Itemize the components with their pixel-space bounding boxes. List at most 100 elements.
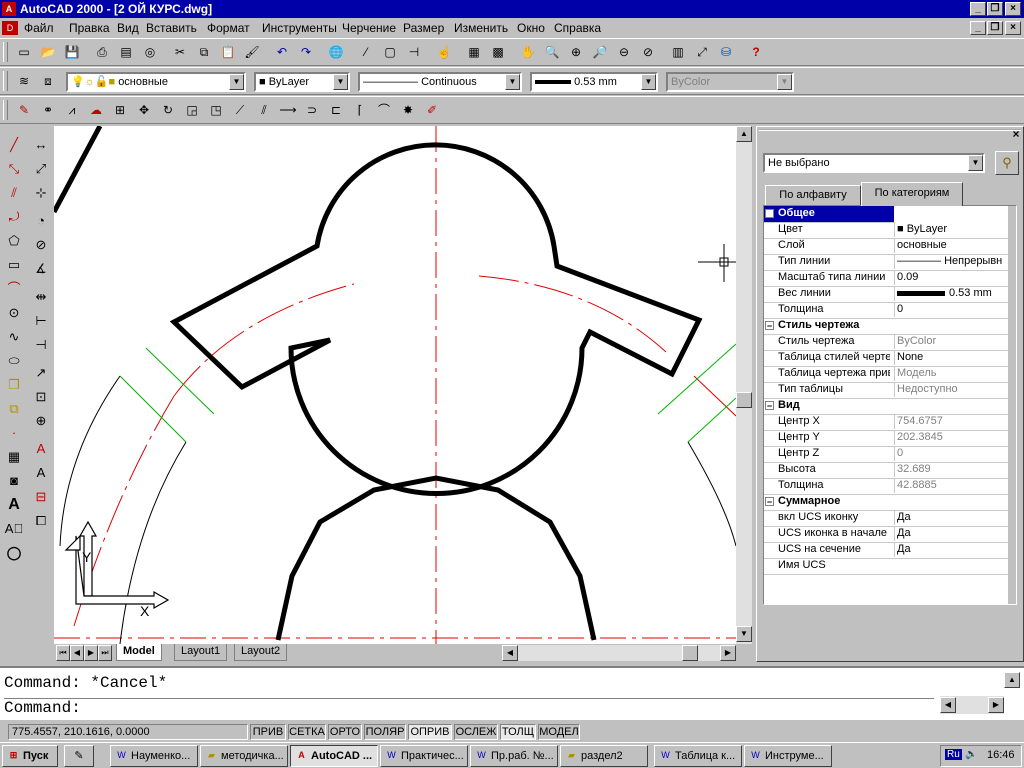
- menu-insert[interactable]: Вставить: [146, 21, 197, 35]
- menu-window[interactable]: Окно: [517, 21, 545, 35]
- document-icon[interactable]: D: [2, 21, 18, 35]
- menu-dimension[interactable]: Размер: [403, 21, 444, 35]
- property-row[interactable]: Толщина 42.8885: [764, 478, 1008, 495]
- property-value[interactable]: Модель: [894, 366, 1011, 381]
- hscroll-thumb[interactable]: [682, 645, 698, 661]
- stretch-icon[interactable]: ◳: [206, 100, 226, 120]
- center-mark-icon[interactable]: ⊕: [30, 410, 52, 432]
- menu-file[interactable]: Файл: [24, 21, 54, 35]
- extend-icon[interactable]: ⟶: [278, 100, 298, 120]
- prev-tab-button[interactable]: ◀: [70, 645, 84, 661]
- paste-icon[interactable]: 📋: [218, 42, 238, 62]
- property-value[interactable]: 754.6757: [894, 414, 1011, 429]
- toolbar-grip[interactable]: [3, 71, 8, 91]
- property-value[interactable]: 0.53 mm: [894, 286, 1011, 301]
- property-category[interactable]: − Общее: [764, 206, 894, 223]
- language-indicator[interactable]: Ru: [945, 749, 962, 760]
- help-icon[interactable]: ?: [746, 42, 766, 62]
- property-category[interactable]: − Вид: [764, 398, 1008, 415]
- linear-dimension-icon[interactable]: ↔: [30, 134, 52, 156]
- linetype-dropdown[interactable]: ――――― Continuous ▼: [358, 72, 522, 92]
- property-value[interactable]: 202.3845: [894, 430, 1011, 445]
- quick-dimension-icon[interactable]: ⇹: [30, 286, 52, 308]
- tool-palette-icon[interactable]: ▩: [488, 42, 508, 62]
- dimension-text-edit-icon[interactable]: A: [30, 462, 52, 484]
- property-value[interactable]: 42.8885: [894, 478, 1011, 493]
- property-value[interactable]: Недоступно: [894, 382, 1011, 397]
- scroll-thumb[interactable]: [736, 392, 752, 408]
- cmd-scroll-right-button[interactable]: ▶: [988, 697, 1004, 713]
- property-row[interactable]: Центр Y 202.3845: [764, 430, 1008, 447]
- point-icon[interactable]: ·: [3, 422, 25, 444]
- toolbar-grip[interactable]: [3, 100, 8, 120]
- drawing-area[interactable]: Y X: [51, 124, 737, 645]
- zoom-previous-icon[interactable]: ⊘: [638, 42, 658, 62]
- speaker-icon[interactable]: 🔈: [965, 749, 977, 760]
- lineweight-toggle[interactable]: ТОЛЩ: [500, 724, 536, 740]
- open-folder-icon[interactable]: 📂: [38, 42, 58, 62]
- continue-dimension-icon[interactable]: ⊣: [30, 334, 52, 356]
- minimize-button[interactable]: _: [970, 2, 986, 16]
- property-category[interactable]: − Суммарное: [764, 494, 1008, 511]
- arc-icon[interactable]: ⌒: [3, 278, 25, 300]
- mtext-icon[interactable]: A: [3, 494, 25, 516]
- next-tab-button[interactable]: ▶: [84, 645, 98, 661]
- doc-minimize-button[interactable]: _: [970, 21, 986, 35]
- property-row[interactable]: UCS на сечение Да: [764, 542, 1008, 559]
- pan-realtime-icon[interactable]: ✋: [518, 42, 538, 62]
- grid-splitter[interactable]: [1008, 206, 1016, 604]
- scale-icon[interactable]: ◲: [182, 100, 202, 120]
- menu-help[interactable]: Справка: [554, 21, 601, 35]
- region-icon[interactable]: ◙: [3, 470, 25, 492]
- menu-view[interactable]: Вид: [117, 21, 139, 35]
- tab-layout2[interactable]: Layout2: [234, 644, 288, 661]
- osnap-toggle[interactable]: ОПРИВ: [408, 724, 452, 740]
- property-row[interactable]: Масштаб типа линии 0.09: [764, 270, 1008, 287]
- menu-format[interactable]: Формат: [207, 21, 250, 35]
- quicklaunch-icon[interactable]: ✎: [64, 745, 94, 767]
- property-category[interactable]: − Стиль чертежа: [764, 318, 1008, 335]
- zoom-realtime-icon[interactable]: 🔍: [542, 42, 562, 62]
- property-value[interactable]: 32.689: [894, 462, 1011, 477]
- diameter-dimension-icon[interactable]: ⊘: [30, 234, 52, 256]
- command-prompt[interactable]: Command:: [4, 698, 934, 717]
- task-item[interactable]: ▰ раздел2: [560, 745, 648, 767]
- construction-line-icon[interactable]: ⤡: [3, 158, 25, 180]
- explode-icon[interactable]: ✸: [398, 100, 418, 120]
- save-icon[interactable]: 💾: [62, 42, 82, 62]
- copy-object-icon[interactable]: ⚭: [38, 100, 58, 120]
- otrack-toggle[interactable]: ОСЛЕЖ: [454, 724, 498, 740]
- property-row[interactable]: Вес линии 0.53 mm: [764, 286, 1008, 303]
- quick-select-icon[interactable]: ⚲: [995, 151, 1019, 175]
- cut-icon[interactable]: ✂: [170, 42, 190, 62]
- maximize-button[interactable]: ❐: [987, 2, 1003, 16]
- properties-icon[interactable]: ☝: [434, 42, 454, 62]
- globe-icon[interactable]: 🌐: [326, 42, 346, 62]
- doc-restore-button[interactable]: ❐: [987, 21, 1003, 35]
- cmd-hscroll[interactable]: ◀ ▶: [940, 696, 1004, 714]
- layers-icon[interactable]: ≋: [14, 71, 34, 91]
- property-value[interactable]: 0: [894, 302, 1011, 317]
- polyline-icon[interactable]: ⤾: [3, 206, 25, 228]
- palette-grip[interactable]: [759, 129, 1021, 139]
- property-value[interactable]: ■ ByLayer: [894, 222, 1011, 237]
- offset-icon[interactable]: ☁: [86, 100, 106, 120]
- property-row[interactable]: Имя UCS: [764, 558, 1008, 575]
- grid-toggle[interactable]: СЕТКА: [288, 724, 326, 740]
- coordinates-readout[interactable]: 775.4557, 210.1616, 0.0000: [8, 724, 248, 740]
- task-item[interactable]: W Практичес...: [380, 745, 468, 767]
- tolerance-icon[interactable]: ⊡: [30, 386, 52, 408]
- property-row[interactable]: Тип таблицы Недоступно: [764, 382, 1008, 399]
- tab-categorized[interactable]: По категориям: [861, 182, 963, 206]
- task-item[interactable]: W Пр.раб. №...: [470, 745, 558, 767]
- cmd-scroll-up-button[interactable]: ▲: [1004, 672, 1020, 688]
- ortho-toggle[interactable]: ОРТО: [328, 724, 362, 740]
- property-row[interactable]: Центр Z 0: [764, 446, 1008, 463]
- ucs-icon[interactable]: ⊣: [404, 42, 424, 62]
- scroll-up-button[interactable]: ▲: [736, 126, 752, 142]
- lineweight-dropdown[interactable]: 0.53 mm ▼: [530, 72, 658, 92]
- leader-icon[interactable]: ↗: [30, 362, 52, 384]
- property-row[interactable]: UCS иконка в начале Да: [764, 526, 1008, 543]
- collapse-icon[interactable]: −: [765, 321, 774, 331]
- make-block-icon[interactable]: ⧉: [3, 398, 25, 420]
